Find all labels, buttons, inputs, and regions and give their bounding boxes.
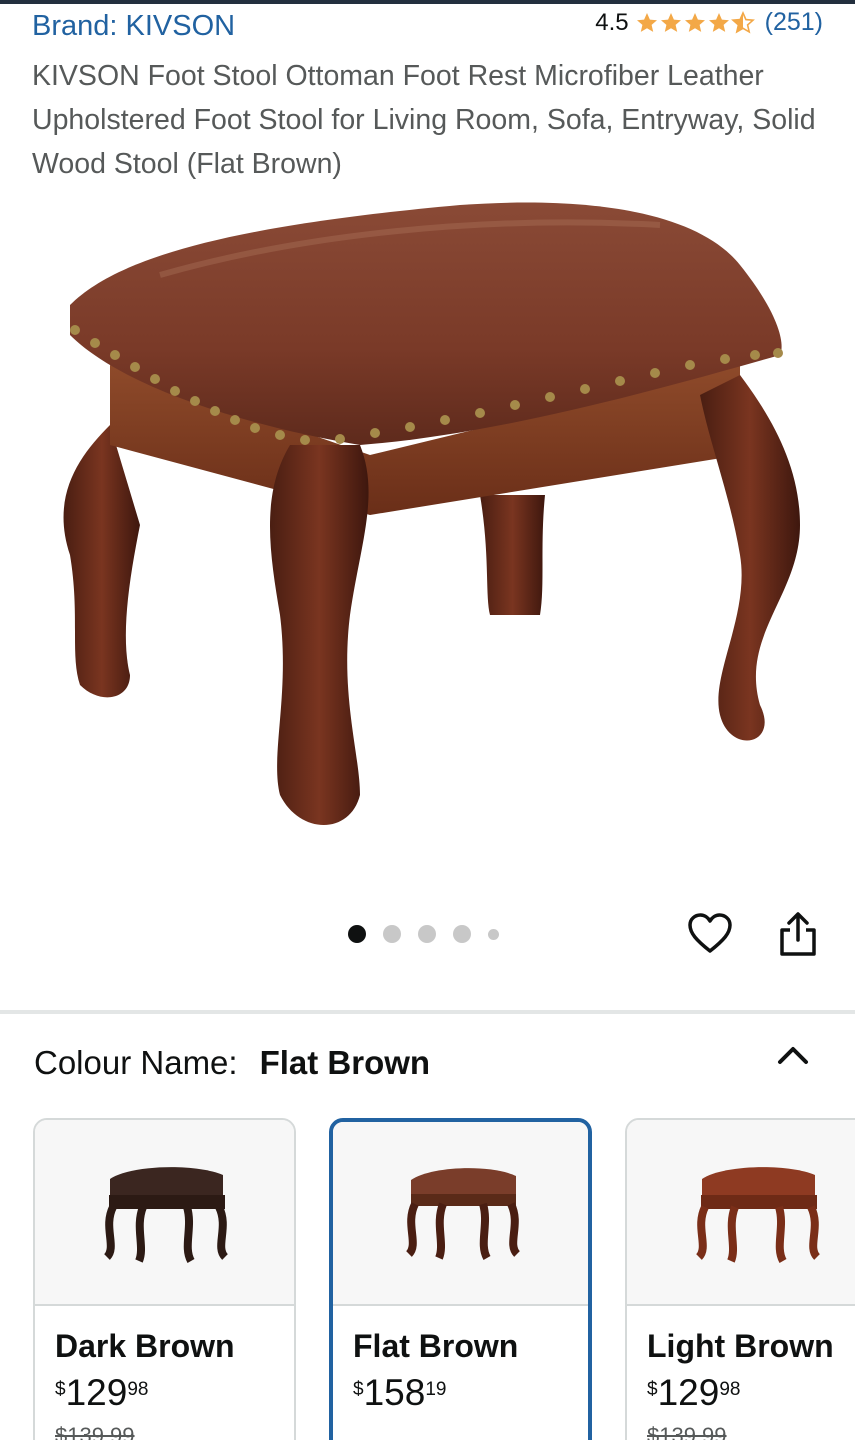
price-whole: 158 <box>363 1372 426 1413</box>
product-title: KIVSON Foot Stool Ottoman Foot Rest Micr… <box>32 60 816 180</box>
product-image[interactable] <box>40 195 820 845</box>
brand-link[interactable]: Brand: KIVSON <box>32 10 235 43</box>
section-divider <box>0 1010 855 1014</box>
price-fraction: 98 <box>127 1379 149 1400</box>
dark-brown-stool-thumbnail <box>103 1167 228 1263</box>
rating-score: 4.5 <box>595 8 629 36</box>
colour-label: Colour Name: <box>34 1044 238 1081</box>
swatch-name: Flat Brown <box>353 1328 519 1364</box>
swatch-dark-brown[interactable]: Dark Brown $ 129 98 $139.99 <box>33 1118 296 1440</box>
carousel-dot[interactable] <box>453 925 471 943</box>
colour-swatch-list: Dark Brown $ 129 98 $139.99 Flat Brown $ <box>33 1118 855 1440</box>
carousel-dot[interactable] <box>488 928 499 940</box>
share-icon[interactable] <box>776 910 820 958</box>
price-currency: $ <box>353 1379 364 1400</box>
image-carousel-indicator[interactable] <box>348 925 499 943</box>
carousel-dot[interactable] <box>418 925 436 943</box>
swatch-thumbnail <box>333 1122 588 1306</box>
light-brown-stool-thumbnail <box>695 1167 820 1263</box>
price-currency: $ <box>647 1379 658 1400</box>
carousel-dot[interactable] <box>383 925 401 943</box>
colour-selected-value: Flat Brown <box>259 1044 431 1081</box>
top-status-bar <box>0 0 855 4</box>
swatch-price: $ 129 98 <box>647 1373 855 1413</box>
rating-count[interactable]: (251) <box>765 8 823 37</box>
swatch-light-brown[interactable]: Light Brown $ 129 98 $139.99 <box>625 1118 855 1440</box>
swatch-thumbnail <box>35 1120 294 1306</box>
swatch-flat-brown[interactable]: Flat Brown $ 158 19 <box>329 1118 592 1440</box>
price-fraction: 19 <box>425 1379 447 1400</box>
flat-brown-stool-thumbnail <box>405 1168 520 1260</box>
star-icon <box>660 12 681 32</box>
carousel-dot[interactable] <box>348 925 366 943</box>
swatch-price: $ 129 98 <box>55 1373 274 1413</box>
star-icon <box>708 12 729 32</box>
price-fraction: 98 <box>719 1379 741 1400</box>
swatch-thumbnail <box>627 1120 855 1306</box>
rating-summary[interactable]: 4.5 (251) <box>595 8 823 37</box>
swatch-name: Light Brown <box>647 1328 834 1364</box>
star-icon <box>636 12 657 32</box>
swatch-was-price: $139.99 <box>647 1423 727 1440</box>
swatch-price: $ 158 19 <box>353 1373 568 1413</box>
price-whole: 129 <box>65 1372 128 1413</box>
price-whole: 129 <box>657 1372 720 1413</box>
star-rating <box>635 10 755 35</box>
swatch-name: Dark Brown <box>55 1328 235 1364</box>
price-currency: $ <box>55 1379 66 1400</box>
star-icon <box>684 12 705 32</box>
colour-selector-header: Colour Name: Flat Brown <box>34 1044 430 1082</box>
star-half-icon <box>730 10 755 34</box>
swatch-was-price: $139.99 <box>55 1423 135 1440</box>
heart-icon[interactable] <box>686 910 734 958</box>
chevron-up-icon[interactable] <box>776 1040 810 1068</box>
